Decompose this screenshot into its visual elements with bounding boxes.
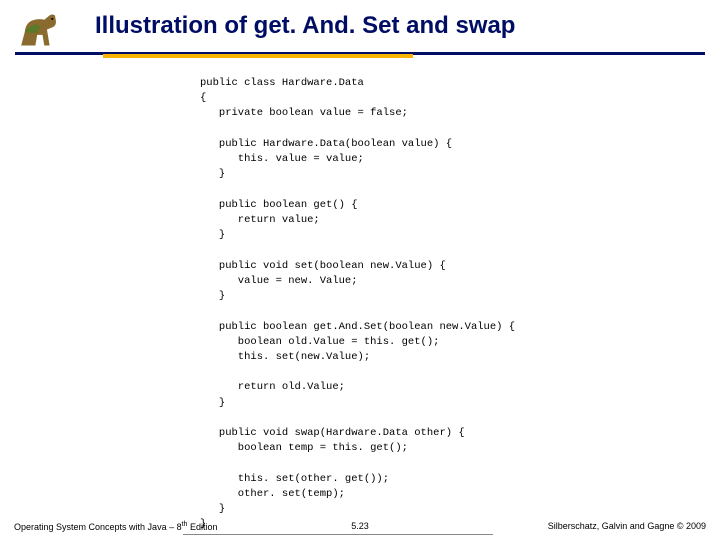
footer-edition-word: Edition xyxy=(187,522,217,532)
code-listing: public class Hardware.Data { private boo… xyxy=(200,76,720,533)
title-accent xyxy=(103,54,413,58)
footer-book-title: Operating System Concepts with Java – 8 xyxy=(14,522,182,532)
slide-footer: Operating System Concepts with Java – 8t… xyxy=(0,521,720,532)
footer-left: Operating System Concepts with Java – 8t… xyxy=(14,521,217,532)
code-end-rule xyxy=(183,534,493,535)
footer-authors: Silberschatz, Galvin and Gagne xyxy=(548,521,677,531)
footer-copyright: © 2009 xyxy=(677,521,706,531)
slide-header: Illustration of get. And. Set and swap xyxy=(0,0,720,40)
footer-page-number: 5.23 xyxy=(351,521,369,531)
dinosaur-logo-icon xyxy=(15,10,70,50)
slide-title: Illustration of get. And. Set and swap xyxy=(95,12,720,40)
footer-right: Silberschatz, Galvin and Gagne © 2009 xyxy=(548,521,706,531)
